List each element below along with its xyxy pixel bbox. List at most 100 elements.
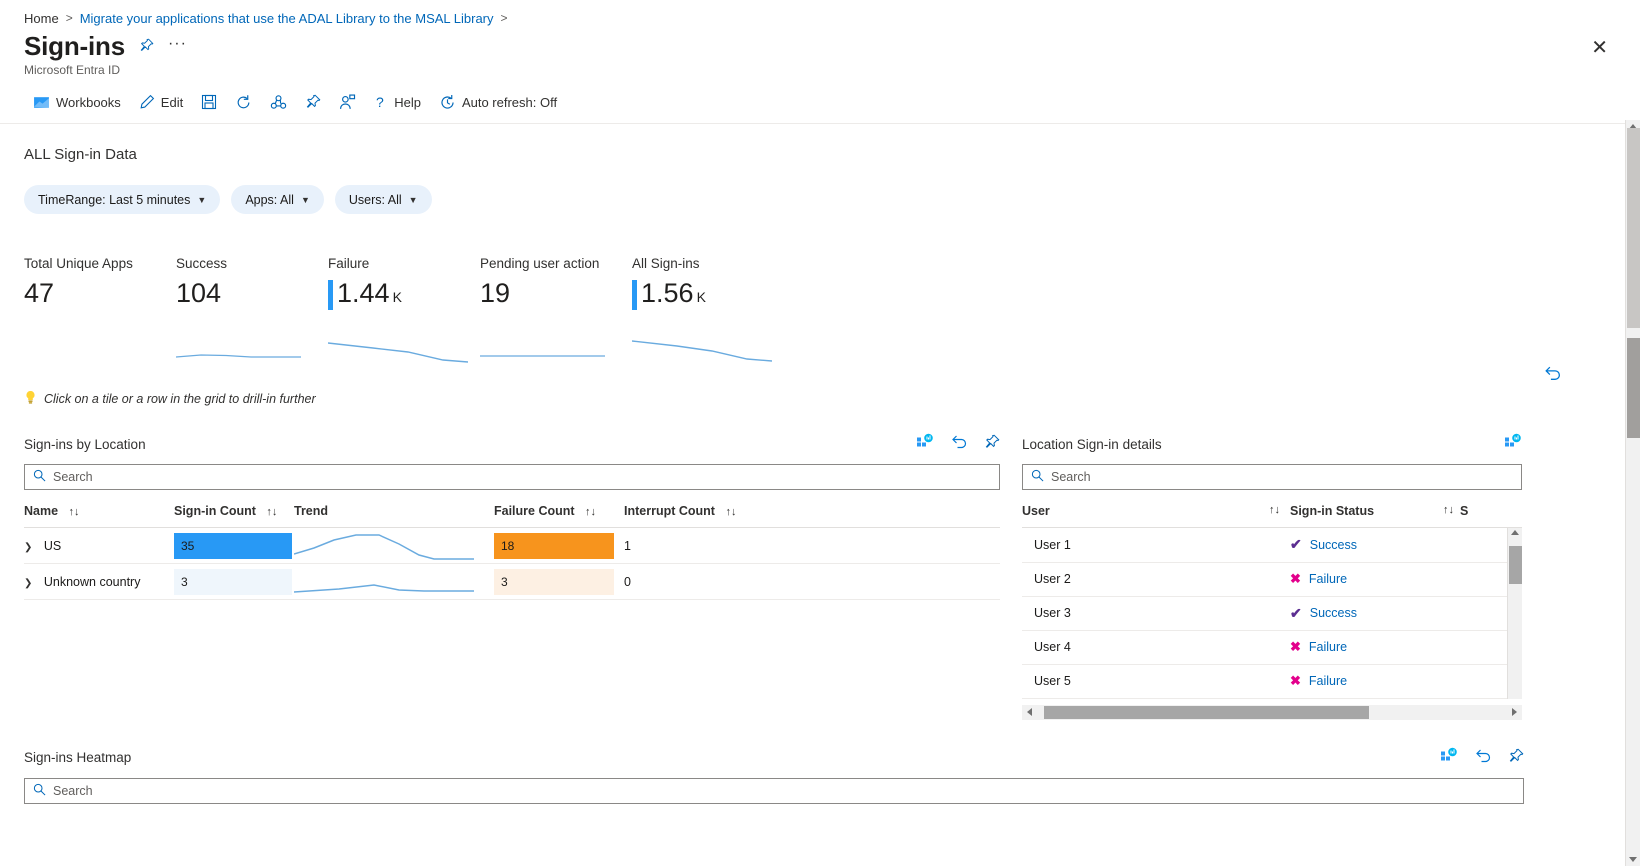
pin-icon[interactable]: [139, 38, 154, 56]
chart-icon[interactable]: [1504, 433, 1522, 455]
breadcrumb-link-migrate[interactable]: Migrate your applications that use the A…: [80, 11, 494, 26]
scroll-right-arrow-icon[interactable]: [1512, 708, 1517, 716]
scrollbar-thumb[interactable]: [1509, 546, 1522, 584]
refresh-icon: [235, 94, 252, 111]
scrollbar-thumb[interactable]: [1627, 338, 1640, 438]
sort-icon[interactable]: ↑↓: [585, 506, 596, 518]
sort-icon[interactable]: ↑↓: [1269, 504, 1280, 516]
pin-icon[interactable]: [984, 434, 1000, 454]
details-horizontal-scrollbar[interactable]: [1022, 704, 1522, 720]
scroll-left-arrow-icon[interactable]: [1027, 708, 1032, 716]
sort-icon[interactable]: ↑↓: [1443, 504, 1454, 516]
apps-filter[interactable]: Apps: All ▼: [231, 185, 324, 214]
scroll-down-arrow-icon[interactable]: [1629, 857, 1637, 862]
details-search-input[interactable]: Search: [1022, 464, 1522, 490]
table-row[interactable]: User 2 ✖ Failure: [1022, 562, 1522, 597]
revert-icon[interactable]: [1474, 747, 1492, 769]
chart-icon[interactable]: [1440, 747, 1458, 769]
panel-title: Sign-ins by Location: [24, 436, 146, 452]
scroll-up-arrow-icon[interactable]: [1511, 530, 1519, 535]
chevron-right-icon[interactable]: ❯: [24, 542, 32, 553]
cell-status: ✖ Failure: [1290, 630, 1460, 665]
panel-title: Location Sign-in details: [1022, 436, 1162, 452]
col-failure-count[interactable]: Failure Count ↑↓: [494, 490, 624, 528]
details-vertical-scrollbar[interactable]: [1507, 528, 1522, 699]
more-options-button[interactable]: ···: [168, 35, 187, 58]
failure-count-value: 18: [501, 538, 515, 553]
apps-filter-label: Apps: All: [245, 192, 294, 207]
table-row[interactable]: User 5 ✖ Failure: [1022, 664, 1522, 699]
share-button[interactable]: [261, 90, 296, 115]
table-row[interactable]: User 1 ✔ Success: [1022, 528, 1522, 563]
close-icon[interactable]: ✕: [1591, 38, 1608, 58]
tile-total-unique-apps[interactable]: Total Unique Apps 47: [24, 256, 176, 364]
breadcrumb-home[interactable]: Home: [24, 11, 59, 26]
revert-icon[interactable]: [1543, 364, 1562, 388]
location-search-input[interactable]: Search: [24, 464, 1000, 490]
cell-interrupt-count: 1: [624, 527, 1000, 564]
col-interrupt-count-label: Interrupt Count: [624, 504, 715, 518]
scrollbar-thumb[interactable]: [1044, 705, 1369, 719]
cell-user: User 3: [1022, 596, 1290, 631]
help-button[interactable]: ? Help: [365, 90, 430, 114]
search-placeholder: Search: [53, 783, 93, 798]
tile-pending-user-action[interactable]: Pending user action 19: [480, 256, 632, 364]
edit-button[interactable]: Edit: [130, 90, 192, 114]
tile-indicator-bar: [328, 280, 333, 310]
cell-signin-count: 3: [174, 563, 294, 600]
col-user[interactable]: User ↑↓: [1022, 490, 1290, 528]
col-truncated[interactable]: S: [1460, 490, 1522, 528]
tile-value: 1.56: [641, 278, 694, 308]
search-icon: [33, 469, 46, 485]
sort-icon[interactable]: ↑↓: [266, 506, 277, 518]
col-signin-status[interactable]: Sign-in Status ↑↓: [1290, 490, 1460, 528]
cell-name[interactable]: ❯ Unknown country: [24, 563, 174, 600]
table-row[interactable]: User 4 ✖ Failure: [1022, 630, 1522, 665]
refresh-button[interactable]: [226, 90, 261, 115]
user-name: User 4: [1034, 640, 1071, 654]
locations-table: Name ↑↓ Sign-in Count ↑↓ Trend Failure C…: [24, 490, 1000, 600]
chevron-right-icon[interactable]: ❯: [24, 578, 32, 589]
col-signin-count[interactable]: Sign-in Count ↑↓: [174, 490, 294, 528]
page-vertical-scrollbar[interactable]: [1625, 120, 1640, 866]
col-name[interactable]: Name ↑↓: [24, 490, 174, 528]
chart-icon[interactable]: [916, 433, 934, 455]
search-placeholder: Search: [1051, 470, 1091, 484]
timerange-filter[interactable]: TimeRange: Last 5 minutes ▼: [24, 185, 221, 214]
pin-icon[interactable]: [1508, 748, 1524, 768]
col-failure-count-label: Failure Count: [494, 504, 575, 518]
heatmap-search-input[interactable]: Search: [24, 777, 1524, 804]
col-interrupt-count[interactable]: Interrupt Count ↑↓: [624, 490, 1000, 528]
table-row[interactable]: User 3 ✔ Success: [1022, 596, 1522, 631]
pin-button[interactable]: [296, 90, 330, 114]
add-user-button[interactable]: [330, 90, 365, 115]
users-filter[interactable]: Users: All ▼: [334, 185, 432, 214]
details-rows-table: User 1 ✔ Success User 2 ✖ Failure User 3…: [1022, 528, 1522, 699]
save-button[interactable]: [192, 90, 226, 114]
cell-trend: [293, 563, 494, 600]
sort-icon[interactable]: ↑↓: [725, 506, 736, 518]
tile-label: Failure: [328, 256, 370, 271]
cell-status: ✖ Failure: [1290, 562, 1460, 597]
table-row[interactable]: ❯ US 35 18 1: [24, 527, 1000, 564]
sparkline: [480, 325, 632, 361]
auto-refresh-button[interactable]: Auto refresh: Off: [430, 90, 566, 115]
cell-failure-count: 3: [494, 563, 624, 600]
cell-signin-count: 35: [174, 527, 294, 564]
status-text: Failure: [1308, 674, 1348, 688]
cell-interrupt-count: 0: [624, 563, 1000, 600]
cell-name[interactable]: ❯ US: [24, 527, 174, 564]
workbooks-button[interactable]: Workbooks: [24, 90, 130, 115]
cell-status: ✔ Success: [1290, 528, 1460, 563]
scrollbar-track-upper[interactable]: [1627, 128, 1640, 328]
cell-failure-count: 18: [494, 527, 624, 564]
page-title: Sign-ins: [24, 31, 125, 61]
tile-all-signins[interactable]: All Sign-ins 1.56 K: [631, 256, 784, 364]
sort-icon[interactable]: ↑↓: [69, 506, 80, 518]
tile-success[interactable]: Success 104: [175, 256, 328, 364]
table-row[interactable]: ❯ Unknown country 3 3 0: [24, 563, 1000, 600]
revert-icon[interactable]: [950, 433, 968, 455]
pencil-icon: [139, 94, 155, 110]
page-subtitle: Microsoft Entra ID: [24, 63, 121, 77]
tile-failure[interactable]: Failure 1.44 K: [327, 256, 480, 364]
